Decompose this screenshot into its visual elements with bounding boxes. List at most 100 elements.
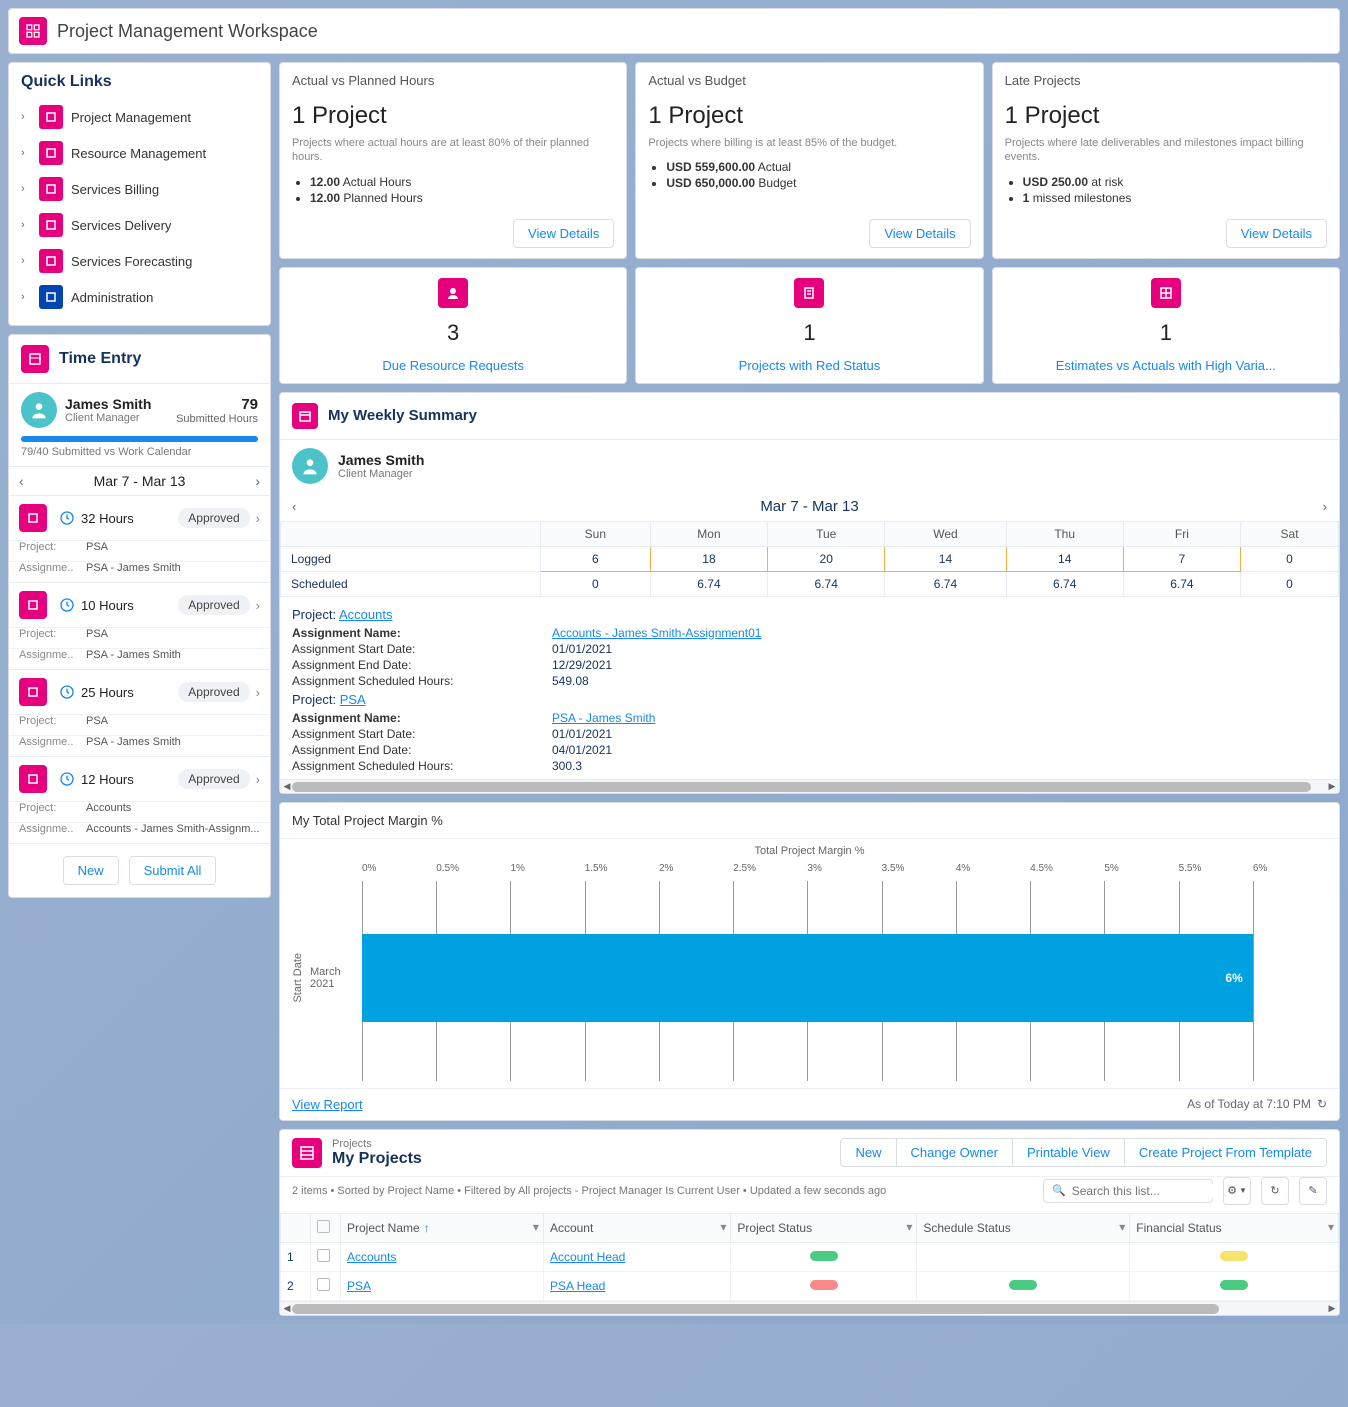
status-badge: Approved (178, 769, 249, 789)
status-pill (1220, 1280, 1248, 1290)
kpi-actual-vs-budget: Actual vs Budget 1 Project Projects wher… (635, 62, 983, 259)
assign-value: 01/01/2021 (552, 727, 1327, 741)
status-pill (810, 1251, 838, 1261)
scroll-right-icon[interactable]: ▶ (1325, 1302, 1339, 1316)
col-financial-status[interactable]: Financial Status▾ (1130, 1213, 1339, 1242)
time-entry-icon (21, 345, 49, 373)
quick-link-icon (39, 177, 63, 201)
horizontal-scrollbar[interactable]: ◀ ▶ (280, 1301, 1339, 1315)
kpi-label: missed milestones (1033, 191, 1132, 205)
view-details-button[interactable]: View Details (1226, 219, 1327, 248)
scheduled-cell: 6.74 (885, 571, 1006, 596)
quick-link-label: Resource Management (71, 146, 206, 161)
quick-link-icon (39, 249, 63, 273)
project-name-link[interactable]: PSA (347, 1279, 371, 1293)
change-owner-button[interactable]: Change Owner (896, 1138, 1012, 1167)
quick-link-item[interactable]: › Services Delivery (21, 207, 258, 243)
weekly-prev-week[interactable]: ‹ (292, 499, 296, 514)
refresh-button[interactable]: ↻ (1261, 1177, 1289, 1205)
col-project-name[interactable]: Project Name↑▾ (341, 1213, 544, 1242)
weekly-title: My Weekly Summary (328, 407, 477, 424)
create-from-template-button[interactable]: Create Project From Template (1124, 1138, 1327, 1167)
project-link-accounts[interactable]: Accounts (339, 607, 392, 622)
view-details-button[interactable]: View Details (869, 219, 970, 248)
kpi-label: at risk (1091, 175, 1123, 189)
timecard-icon (19, 678, 47, 706)
tile-link[interactable]: Projects with Red Status (739, 358, 881, 373)
tile-red-status[interactable]: 1 Projects with Red Status (635, 267, 983, 384)
axis-tick: 4.5% (1030, 863, 1104, 874)
select-all-checkbox[interactable] (317, 1220, 330, 1233)
projects-title: My Projects (332, 1150, 830, 1168)
tile-link[interactable]: Estimates vs Actuals with High Varia... (1056, 358, 1276, 373)
quick-link-item[interactable]: › Resource Management (21, 135, 258, 171)
account-link[interactable]: Account Head (550, 1250, 625, 1264)
quick-link-item[interactable]: › Project Management (21, 99, 258, 135)
column-menu-icon[interactable]: ▾ (906, 1220, 912, 1234)
column-menu-icon[interactable]: ▾ (720, 1220, 726, 1234)
kpi-value: 1 (1023, 191, 1030, 205)
project-name-link[interactable]: Accounts (347, 1250, 396, 1264)
table-row[interactable]: 2 PSA PSA Head (281, 1271, 1339, 1300)
tile-due-resource-requests[interactable]: 3 Due Resource Requests (279, 267, 627, 384)
kpi-value: USD 250.00 (1023, 175, 1088, 189)
col-account[interactable]: Account▾ (543, 1213, 730, 1242)
project-link-psa[interactable]: PSA (340, 692, 366, 707)
refresh-icon[interactable]: ↻ (1317, 1097, 1327, 1111)
row-checkbox[interactable] (317, 1249, 330, 1262)
margin-chart-card: My Total Project Margin % Total Project … (279, 802, 1340, 1121)
assignment-value: PSA - James Smith (86, 736, 181, 748)
column-menu-icon[interactable]: ▾ (1119, 1220, 1125, 1234)
tile-link[interactable]: Due Resource Requests (382, 358, 524, 373)
view-details-button[interactable]: View Details (513, 219, 614, 248)
new-project-button[interactable]: New (840, 1138, 895, 1167)
col-schedule-status[interactable]: Schedule Status▾ (917, 1213, 1130, 1242)
horizontal-scrollbar[interactable]: ◀ ▶ (280, 779, 1339, 793)
assignment-link[interactable]: Accounts - James Smith-Assignment01 (552, 626, 1327, 640)
weekly-next-week[interactable]: › (1323, 499, 1327, 514)
row-checkbox[interactable] (317, 1278, 330, 1291)
timecard-hours: 10 Hours (81, 598, 178, 613)
edit-button[interactable]: ✎ (1299, 1177, 1327, 1205)
view-report-link[interactable]: View Report (292, 1097, 363, 1112)
chart-timestamp: As of Today at 7:10 PM (1187, 1097, 1311, 1111)
axis-tick: 4% (956, 863, 1030, 874)
scroll-right-icon[interactable]: ▶ (1325, 780, 1339, 794)
timecard-hours: 12 Hours (81, 772, 178, 787)
account-link[interactable]: PSA Head (550, 1279, 605, 1293)
timecard-row[interactable]: 12 Hours Approved › (9, 757, 270, 802)
chart-y-axis-label: Start Date (292, 953, 304, 1003)
assignment-label: Assignme... (19, 823, 74, 835)
table-row[interactable]: 1 Accounts Account Head (281, 1242, 1339, 1271)
time-entry-card: Time Entry James Smith Client Manager 79… (8, 334, 271, 898)
assign-value: 549.08 (552, 674, 1327, 688)
kpi-desc: Projects where late deliverables and mil… (1005, 136, 1327, 165)
row-label-logged: Logged (281, 546, 541, 571)
day-header: Sat (1241, 521, 1339, 546)
col-project-status[interactable]: Project Status▾ (731, 1213, 917, 1242)
quick-link-item[interactable]: › Services Billing (21, 171, 258, 207)
prev-week-arrow[interactable]: ‹ (19, 473, 24, 489)
assignment-value: PSA - James Smith (86, 649, 181, 661)
submitted-hours-number: 79 (176, 396, 258, 413)
quick-link-item[interactable]: › Administration (21, 279, 258, 315)
settings-button[interactable]: ⚙▼ (1223, 1177, 1251, 1205)
project-label: Project: (19, 628, 74, 640)
timecard-row[interactable]: 10 Hours Approved › (9, 583, 270, 628)
printable-view-button[interactable]: Printable View (1012, 1138, 1124, 1167)
column-menu-icon[interactable]: ▾ (533, 1220, 539, 1234)
next-week-arrow[interactable]: › (255, 473, 260, 489)
kpi-label: Actual Hours (343, 175, 412, 189)
assignment-link[interactable]: PSA - James Smith (552, 711, 1327, 725)
submit-all-button[interactable]: Submit All (129, 856, 217, 885)
quick-link-item[interactable]: › Services Forecasting (21, 243, 258, 279)
timecard-row[interactable]: 32 Hours Approved › (9, 496, 270, 541)
column-menu-icon[interactable]: ▾ (1328, 1220, 1334, 1234)
table-icon (1151, 278, 1181, 308)
clock-icon (59, 510, 75, 526)
new-timecard-button[interactable]: New (63, 856, 119, 885)
search-input[interactable] (1072, 1184, 1227, 1198)
timecard-row[interactable]: 25 Hours Approved › (9, 670, 270, 715)
tile-estimates-variance[interactable]: 1 Estimates vs Actuals with High Varia..… (992, 267, 1340, 384)
search-box[interactable]: 🔍 (1043, 1179, 1213, 1203)
